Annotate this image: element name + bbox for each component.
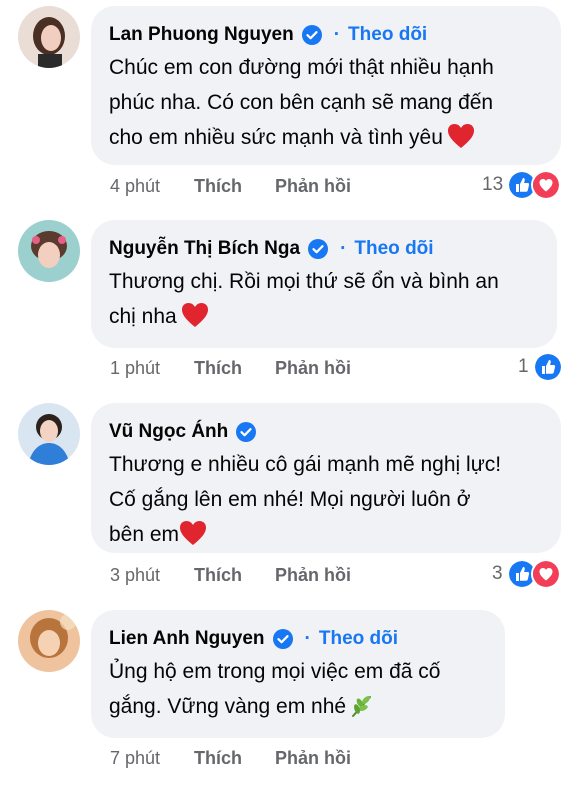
like-button[interactable]: Thích — [194, 176, 275, 197]
reaction-count: 3 — [492, 563, 503, 584]
reaction-count: 13 — [482, 174, 504, 195]
timestamp[interactable]: 1 phút — [110, 358, 194, 379]
reply-button[interactable]: Phản hồi — [275, 176, 351, 197]
author-name[interactable]: Lien Anh Nguyen — [109, 628, 265, 650]
reply-button[interactable]: Phản hồi — [275, 565, 351, 586]
avatar[interactable] — [18, 220, 80, 282]
herb-emoji-icon — [352, 696, 372, 717]
love-icon — [531, 170, 562, 200]
follow-link[interactable]: Theo dõi — [354, 238, 433, 260]
red-heart-emoji-icon — [180, 521, 207, 545]
avatar[interactable] — [18, 610, 80, 672]
follow-link[interactable]: Theo dõi — [319, 628, 398, 650]
comment-text: Chúc em con đường mới thật nhiều hạnh ph… — [109, 56, 494, 149]
like-button[interactable]: Thích — [194, 565, 275, 586]
author-name[interactable]: Vũ Ngọc Ánh — [109, 421, 228, 443]
reaction-count: 1 — [518, 356, 529, 377]
separator-dot: · — [340, 238, 347, 259]
avatar[interactable] — [18, 403, 80, 465]
comment-bubble: Lan Phuong Nguyen · Theo dõi Chúc em con… — [91, 6, 561, 165]
reply-button[interactable]: Phản hồi — [275, 748, 351, 769]
red-heart-emoji-icon — [181, 303, 208, 327]
avatar[interactable] — [18, 6, 80, 68]
like-button[interactable]: Thích — [194, 358, 275, 379]
love-icon — [530, 559, 561, 589]
timestamp[interactable]: 7 phút — [110, 748, 194, 769]
comment-actions: 1 phút Thích Phản hồi — [110, 353, 351, 383]
separator-dot: · — [304, 628, 311, 649]
follow-link[interactable]: Theo dõi — [348, 24, 427, 46]
author-name[interactable]: Nguyễn Thị Bích Nga — [109, 238, 300, 260]
reaction-summary[interactable]: 13 — [482, 170, 562, 200]
reaction-summary[interactable]: 1 — [518, 352, 563, 382]
author-name[interactable]: Lan Phuong Nguyen — [109, 24, 294, 46]
like-icon — [532, 352, 563, 382]
comment-bubble: Lien Anh Nguyen · Theo dõi Ủng hộ em tro… — [91, 610, 505, 738]
separator-dot: · — [333, 24, 341, 45]
comment-actions: 4 phút Thích Phản hồi — [110, 171, 351, 201]
comment-bubble: Vũ Ngọc Ánh Thương e nhiều cô gái mạnh m… — [91, 403, 561, 553]
comment-text: Thương e nhiều cô gái mạnh mẽ nghị lực! … — [109, 453, 502, 546]
comment-bubble: Nguyễn Thị Bích Nga · Theo dõi Thương ch… — [91, 220, 557, 348]
reply-button[interactable]: Phản hồi — [275, 358, 351, 379]
comment-text: Thương chị. Rồi mọi thứ sẽ ổn và bình an… — [109, 270, 499, 328]
verified-badge-icon — [308, 239, 329, 259]
timestamp[interactable]: 4 phút — [110, 176, 194, 197]
red-heart-emoji-icon — [447, 124, 474, 148]
reaction-summary[interactable]: 3 — [492, 559, 561, 589]
verified-badge-icon — [272, 629, 293, 649]
timestamp[interactable]: 3 phút — [110, 565, 194, 586]
verified-badge-icon — [236, 422, 257, 442]
comment-text: Ủng hộ em trong mọi việc em đã cố gắng. … — [109, 660, 441, 718]
comment-actions: 3 phút Thích Phản hồi — [110, 560, 351, 590]
like-button[interactable]: Thích — [194, 748, 275, 769]
comment-actions: 7 phút Thích Phản hồi — [110, 743, 351, 773]
verified-badge-icon — [301, 25, 322, 45]
